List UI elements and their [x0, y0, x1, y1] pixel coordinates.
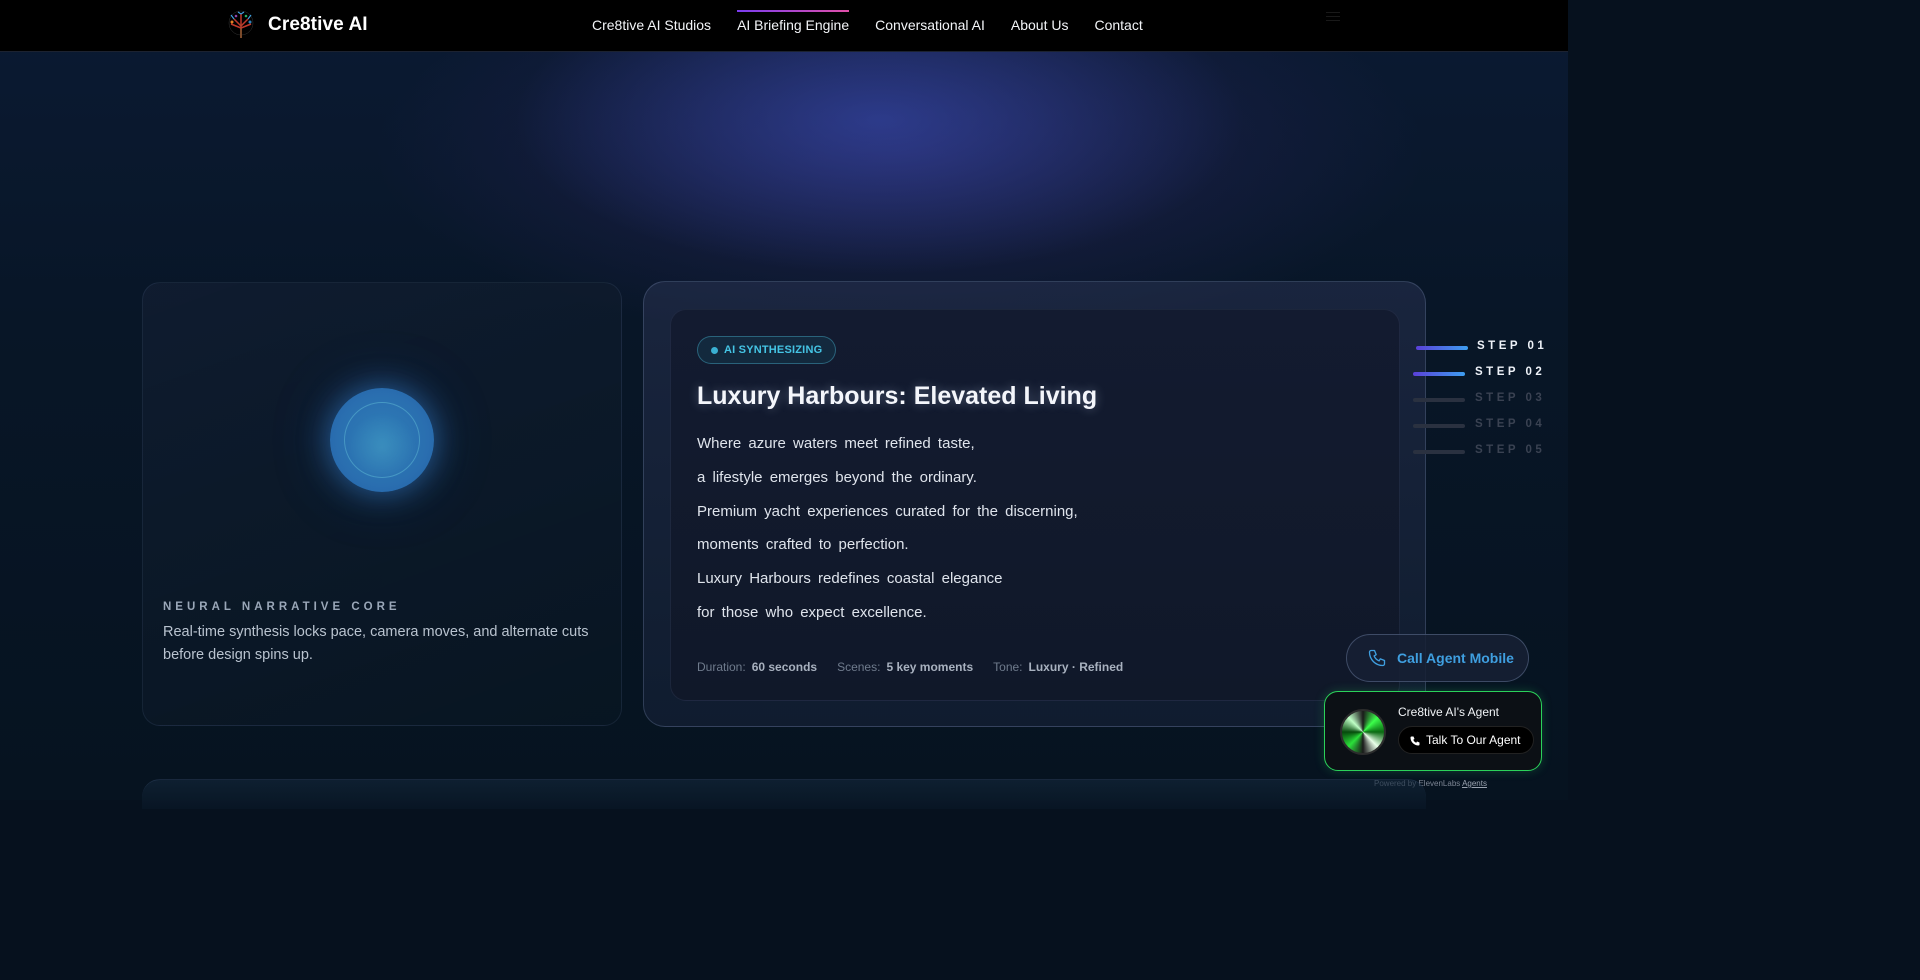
main-nav: Cre8tive AI Studios AI Briefing Engine C…: [592, 10, 1143, 33]
neural-orb-icon: [330, 388, 434, 492]
meta-duration: Duration: 60 seconds: [697, 660, 818, 674]
step-bar: [1413, 450, 1465, 454]
nav-item-about-us[interactable]: About Us: [1011, 17, 1069, 33]
agent-widget: Cre8tive AI's Agent Talk To Our Agent: [1324, 691, 1542, 771]
status-badge: AI SYNTHESIZING: [697, 336, 837, 364]
step-01[interactable]: STEP 01: [1410, 340, 1550, 366]
step-04[interactable]: STEP 04: [1410, 418, 1550, 444]
step-label: STEP 01: [1477, 340, 1548, 352]
orb-ring: [344, 402, 420, 478]
step-bar: [1413, 372, 1465, 376]
briefing-card: AI SYNTHESIZING Luxury Harbours: Elevate…: [670, 309, 1400, 701]
meta-tone: Tone: Luxury · Refined: [993, 660, 1124, 674]
talk-to-agent-button[interactable]: Talk To Our Agent: [1398, 726, 1534, 754]
step-label: STEP 05: [1475, 444, 1546, 456]
meta-scenes: Scenes: 5 key moments: [837, 660, 974, 674]
step-05[interactable]: STEP 05: [1410, 444, 1550, 470]
briefing-script: Where azure waters meet refined taste, a…: [697, 432, 1078, 635]
neural-core-card: NEURAL NARRATIVE CORE Real-time synthesi…: [142, 282, 622, 726]
call-agent-mobile-button[interactable]: Call Agent Mobile: [1346, 634, 1529, 682]
talk-to-agent-label: Talk To Our Agent: [1426, 733, 1521, 747]
briefing-frame: AI SYNTHESIZING Luxury Harbours: Elevate…: [643, 281, 1426, 727]
script-line: a lifestyle emerges beyond the ordinary.: [697, 468, 977, 486]
core-label: NEURAL NARRATIVE CORE: [163, 601, 401, 613]
brand[interactable]: Cre8tive AI: [226, 10, 368, 40]
phone-icon: [1368, 649, 1386, 667]
status-badge-label: AI SYNTHESIZING: [724, 344, 823, 356]
nav-item-conversational-ai[interactable]: Conversational AI: [875, 17, 985, 33]
step-label: STEP 02: [1475, 366, 1546, 378]
briefing-title: Luxury Harbours: Elevated Living: [697, 382, 1098, 410]
tree-logo-icon: [228, 10, 254, 38]
step-indicator: STEP 01 STEP 02 STEP 03 STEP 04 STEP 05: [1410, 340, 1550, 470]
nav-item-briefing-engine[interactable]: AI Briefing Engine: [737, 10, 850, 33]
brand-name: Cre8tive AI: [268, 14, 368, 35]
call-agent-label: Call Agent Mobile: [1397, 650, 1514, 666]
script-line: for those who expect excellence.: [697, 603, 927, 621]
core-description: Real-time synthesis locks pace, camera m…: [163, 624, 589, 663]
agent-name: Cre8tive AI's Agent: [1398, 705, 1500, 719]
briefing-meta: Duration: 60 seconds Scenes: 5 key moments…: [697, 660, 1123, 674]
step-02[interactable]: STEP 02: [1410, 366, 1550, 392]
step-bar: [1413, 398, 1465, 402]
script-line: Luxury Harbours redefines coastal elegan…: [697, 570, 1003, 588]
nav-item-contact[interactable]: Contact: [1094, 17, 1142, 33]
nav-item-studios[interactable]: Cre8tive AI Studios: [592, 17, 711, 33]
step-bar: [1416, 346, 1468, 350]
script-line: Premium yacht experiences curated for th…: [697, 502, 1078, 520]
step-label: STEP 03: [1475, 392, 1546, 404]
step-label: STEP 04: [1475, 418, 1546, 430]
script-line: moments crafted to perfection.: [697, 536, 909, 554]
menu-icon[interactable]: [1326, 12, 1340, 22]
status-dot-icon: [711, 347, 718, 354]
agents-link[interactable]: Agents: [1462, 779, 1487, 788]
step-bar: [1413, 424, 1465, 428]
step-03[interactable]: STEP 03: [1410, 392, 1550, 418]
agent-avatar: [1340, 709, 1386, 755]
phone-icon: [1410, 736, 1420, 746]
next-section-edge: [142, 779, 1426, 809]
top-nav-bar: Cre8tive AI Cre8tive AI Studios AI Brief…: [0, 0, 1568, 52]
script-line: Where azure waters meet refined taste,: [697, 435, 975, 452]
